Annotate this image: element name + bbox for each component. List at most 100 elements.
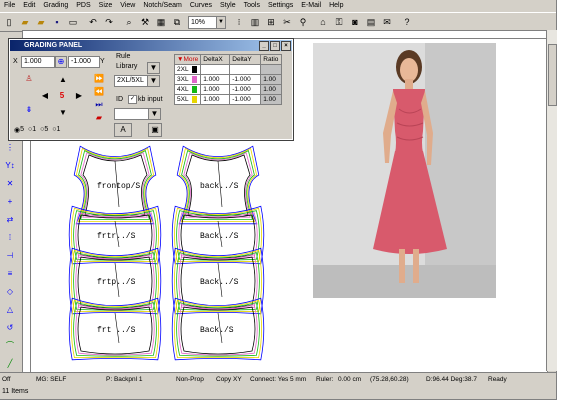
pattern-piece[interactable]: frt ../S (68, 297, 162, 361)
print-icon[interactable]: ▭ (66, 15, 80, 29)
row-dx[interactable]: 1.000 (200, 94, 231, 105)
open-file-icon[interactable]: ▰ (18, 15, 32, 29)
menu-tools[interactable]: Tools (240, 0, 264, 12)
menu-view[interactable]: View (116, 0, 139, 12)
menu-style[interactable]: Style (216, 0, 240, 12)
table-row[interactable]: 4XL 1.000 -1.000 1.00 (173, 84, 283, 95)
range-dropdown-icon[interactable]: ▼ (147, 75, 160, 87)
table-row[interactable]: 3XL 1.000 -1.000 1.00 (173, 74, 283, 85)
menu-help[interactable]: Help (325, 0, 347, 12)
row-ratio[interactable] (260, 64, 283, 75)
measure-tool-icon[interactable]: ⊣ (3, 248, 17, 262)
stack-icon[interactable]: ▤ (364, 15, 378, 29)
maximize-button[interactable]: □ (270, 41, 280, 51)
help-icon[interactable]: ? (400, 15, 414, 29)
camera-icon[interactable]: ◙ (348, 15, 362, 29)
rotate-icon[interactable]: ↺ (3, 320, 17, 334)
menu-settings[interactable]: Settings (264, 0, 297, 12)
figure-icon[interactable]: ⚲ (296, 15, 310, 29)
stack-tool-icon[interactable]: ⇟ (23, 104, 35, 116)
scroll-thumb[interactable] (548, 44, 557, 106)
a-button[interactable]: A (114, 123, 132, 137)
diagonal-icon[interactable]: ╱ (3, 356, 17, 370)
pattern-piece[interactable]: frtr../S (68, 205, 162, 265)
panel-title-bar[interactable]: GRADING PANEL _ □ × (10, 40, 292, 51)
grid-icon[interactable]: ▦ (154, 15, 168, 29)
row-dx[interactable]: 1.000 (200, 84, 231, 95)
table-row[interactable]: 2XL (173, 64, 283, 75)
redo-icon[interactable]: ↷ (102, 15, 116, 29)
x-field[interactable]: 1.000 (21, 56, 55, 68)
pattern-piece[interactable]: Back../S (171, 205, 265, 265)
step-forward-icon[interactable]: ⏭ (93, 99, 105, 111)
library-dropdown-icon[interactable]: ▼ (147, 62, 160, 74)
zoom-select[interactable]: 10% ▼ (188, 15, 226, 29)
vertical-scrollbar[interactable] (546, 30, 557, 371)
x-axis-icon[interactable]: ✕ (3, 176, 17, 190)
mail-icon[interactable]: ✉ (380, 15, 394, 29)
arrow-right-icon[interactable]: ▶ (73, 90, 85, 102)
hammer-icon[interactable]: ⚒ (138, 15, 152, 29)
undo-icon[interactable]: ↶ (86, 15, 100, 29)
row-ratio[interactable]: 1.00 (260, 84, 283, 95)
open-folder-icon[interactable]: ▰ (34, 15, 48, 29)
scan-icon[interactable]: ▥ (248, 15, 262, 29)
save-icon[interactable]: ▣ (148, 123, 162, 137)
lock-icon[interactable]: ⚿ (332, 15, 346, 29)
minimize-button[interactable]: _ (259, 41, 269, 51)
pattern-piece[interactable]: back../S (176, 145, 260, 225)
save-icon[interactable]: ▪ (50, 15, 64, 29)
close-button[interactable]: × (281, 41, 291, 51)
mirror-icon[interactable]: ⧉ (170, 15, 184, 29)
row-dy[interactable]: -1.000 (229, 84, 262, 95)
menu-email[interactable]: E-Mail (297, 0, 325, 12)
shape-icon[interactable]: ◇ (3, 284, 17, 298)
y-axis-icon[interactable]: Y↕ (3, 158, 17, 172)
dots-grid-icon[interactable]: ⁝ (232, 15, 246, 29)
bottle-icon[interactable]: ⌂ (316, 15, 330, 29)
zoom-icon[interactable]: ⌕ (122, 15, 136, 29)
row-dy[interactable]: -1.000 (229, 94, 262, 105)
table-row[interactable]: 5XL 1.000 -1.000 1.00 (173, 94, 283, 105)
id-field[interactable] (114, 108, 152, 120)
arrow-down-icon[interactable]: ▼ (57, 107, 69, 119)
menu-pds[interactable]: PDS (72, 0, 94, 12)
link-icon[interactable]: ⊕ (55, 56, 67, 68)
y-field[interactable]: -1.000 (68, 56, 100, 68)
rewind-icon[interactable]: ⏪ (93, 86, 105, 98)
menu-file[interactable]: File (0, 0, 19, 12)
arrow-left-icon[interactable]: ◀ (39, 90, 51, 102)
row-ratio[interactable]: 1.00 (260, 74, 283, 85)
measure-icon[interactable]: ⊞ (264, 15, 278, 29)
new-file-icon[interactable]: ▯ (2, 15, 16, 29)
arrows-icon[interactable]: ⇄ (3, 212, 17, 226)
row-dx[interactable]: 1.000 (200, 74, 231, 85)
row-ratio[interactable]: 1.00 (260, 94, 283, 105)
id-dropdown-icon[interactable]: ▼ (148, 108, 161, 120)
menu-edit[interactable]: Edit (19, 0, 39, 12)
figure-tool-icon[interactable]: ♙ (23, 73, 35, 85)
col-more[interactable]: ▼More (173, 54, 202, 65)
row-dy[interactable]: -1.000 (229, 74, 262, 85)
layers-icon[interactable]: ≡ (3, 266, 17, 280)
eraser-icon[interactable]: ▰ (93, 112, 105, 124)
fast-forward-icon[interactable]: ⏩ (93, 73, 105, 85)
select-icon[interactable]: ⋮ (3, 140, 17, 154)
center-number[interactable]: 5 (56, 90, 68, 102)
arrow-up-icon[interactable]: ▲ (57, 74, 69, 86)
menu-curves[interactable]: Curves (186, 0, 216, 12)
plus-icon[interactable]: + (3, 194, 17, 208)
pattern-piece[interactable]: Back./S (171, 297, 265, 361)
dots-icon[interactable]: ⁞ (3, 230, 17, 244)
row-dx[interactable] (200, 64, 231, 75)
chevron-down-icon[interactable]: ▼ (216, 16, 225, 28)
triangle-icon[interactable]: △ (3, 302, 17, 316)
kb-input-checkbox[interactable]: ✓ (128, 95, 137, 104)
curve-icon[interactable]: ⌒ (3, 338, 17, 352)
menu-grading[interactable]: Grading (39, 0, 72, 12)
pattern-piece[interactable]: frontop/S (73, 145, 157, 225)
menu-notch-seam[interactable]: Notch/Seam (139, 0, 186, 12)
row-dy[interactable] (229, 64, 262, 75)
scissor-icon[interactable]: ✂ (280, 15, 294, 29)
menu-size[interactable]: Size (95, 0, 117, 12)
